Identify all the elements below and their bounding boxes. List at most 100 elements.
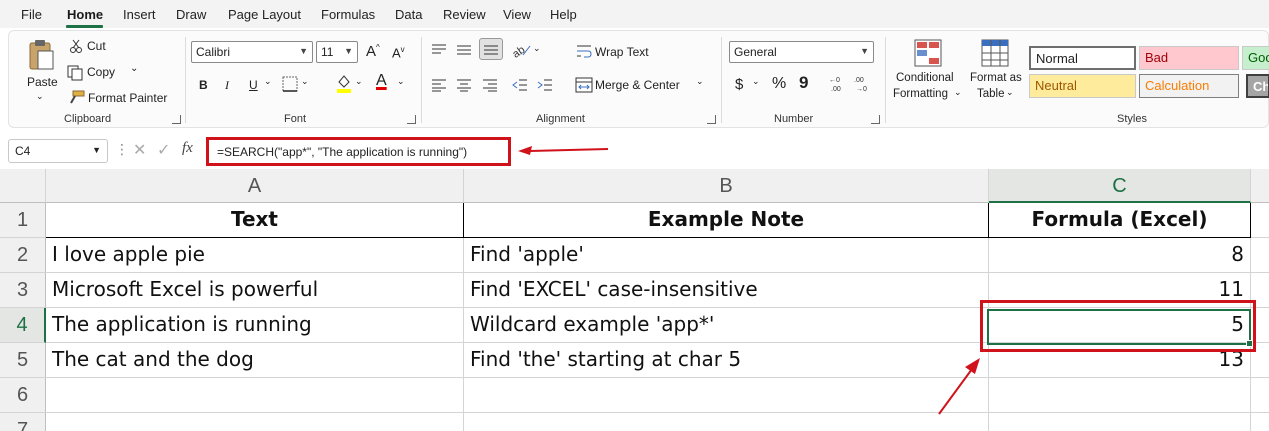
cell-b6[interactable] xyxy=(464,378,989,413)
chevron-down-icon[interactable]: ⌄ xyxy=(954,87,962,98)
italic-button[interactable]: I xyxy=(225,78,229,93)
align-bottom-button[interactable] xyxy=(479,38,503,60)
cell-b5[interactable]: Find 'the' starting at char 5 xyxy=(464,343,989,378)
tab-file[interactable]: File xyxy=(21,7,42,22)
formula-input[interactable]: =SEARCH("app*", "The application is runn… xyxy=(206,137,511,166)
insert-function-icon[interactable]: fx xyxy=(182,140,193,157)
cell-c1[interactable]: Formula (Excel) xyxy=(989,203,1251,238)
align-middle-icon[interactable] xyxy=(456,43,472,57)
tab-home[interactable]: Home xyxy=(67,7,103,22)
row-header[interactable]: 2 xyxy=(0,238,46,273)
align-center-icon[interactable] xyxy=(456,78,472,92)
tab-data[interactable]: Data xyxy=(395,7,422,22)
font-launcher-icon[interactable] xyxy=(407,115,416,124)
borders-icon[interactable] xyxy=(281,75,299,93)
copy-button[interactable]: Copy xyxy=(87,65,115,79)
cell-a4[interactable]: The application is running xyxy=(46,308,464,343)
paste-button[interactable]: Paste ⌄ xyxy=(21,37,61,101)
chevron-down-icon[interactable]: ⌄ xyxy=(533,43,541,54)
cell-b4[interactable]: Wildcard example 'app*' xyxy=(464,308,989,343)
column-header-a[interactable]: A xyxy=(46,169,464,203)
tab-help[interactable]: Help xyxy=(550,7,577,22)
conditional-formatting-button[interactable]: Conditional xyxy=(896,72,954,84)
cell-d6[interactable] xyxy=(1251,378,1269,413)
style-check-cell[interactable]: Che xyxy=(1246,74,1269,98)
cell-c6[interactable] xyxy=(989,378,1251,413)
cell-b1[interactable]: Example Note xyxy=(464,203,989,238)
merge-center-button[interactable]: Merge & Center xyxy=(595,78,680,92)
font-name-select[interactable]: Calibri ▼ xyxy=(191,41,313,63)
cell-a7[interactable] xyxy=(46,413,464,431)
enter-check-icon[interactable]: ✓ xyxy=(157,140,170,160)
chevron-down-icon[interactable]: ⌄ xyxy=(752,76,760,87)
format-as-table-button[interactable]: Format as xyxy=(970,72,1022,84)
tab-page-layout[interactable]: Page Layout xyxy=(228,7,301,22)
underline-button[interactable]: U xyxy=(249,78,258,92)
alignment-launcher-icon[interactable] xyxy=(707,115,716,124)
style-neutral[interactable]: Neutral xyxy=(1029,74,1136,98)
column-header-d[interactable] xyxy=(1251,169,1269,203)
row-header[interactable]: 6 xyxy=(0,378,46,413)
style-calculation[interactable]: Calculation xyxy=(1139,74,1239,98)
style-good[interactable]: Goo xyxy=(1242,46,1269,70)
align-top-icon[interactable] xyxy=(431,43,447,57)
decrease-font-size-button[interactable]: Av xyxy=(392,45,405,60)
cell-a3[interactable]: Microsoft Excel is powerful xyxy=(46,273,464,308)
cell-c7[interactable] xyxy=(989,413,1251,431)
row-header[interactable]: 7 xyxy=(0,413,46,431)
style-normal[interactable]: Normal xyxy=(1029,46,1136,70)
format-painter-button[interactable]: Format Painter xyxy=(88,91,167,105)
cell-c2[interactable]: 8 xyxy=(989,238,1251,273)
clipboard-launcher-icon[interactable] xyxy=(172,115,181,124)
style-bad[interactable]: Bad xyxy=(1139,46,1239,70)
cell-a5[interactable]: The cat and the dog xyxy=(46,343,464,378)
increase-font-size-button[interactable]: A^ xyxy=(366,43,380,60)
cell-d1[interactable] xyxy=(1251,203,1269,238)
cell-b7[interactable] xyxy=(464,413,989,431)
name-box[interactable]: C4 ▼ xyxy=(8,139,108,163)
tab-view[interactable]: View xyxy=(503,7,531,22)
row-header[interactable]: 3 xyxy=(0,273,46,308)
chevron-down-icon[interactable]: ⌄ xyxy=(301,76,309,87)
tab-review[interactable]: Review xyxy=(443,7,486,22)
font-size-select[interactable]: 11 ▼ xyxy=(316,41,358,63)
row-header[interactable]: 4 xyxy=(0,308,46,343)
row-header[interactable]: 1 xyxy=(0,203,46,238)
cell-d2[interactable] xyxy=(1251,238,1269,273)
row-header[interactable]: 5 xyxy=(0,343,46,378)
cell-b2[interactable]: Find 'apple' xyxy=(464,238,989,273)
select-all-corner[interactable] xyxy=(0,169,46,203)
align-right-icon[interactable] xyxy=(482,78,498,92)
cell-b3[interactable]: Find 'EXCEL' case-insensitive xyxy=(464,273,989,308)
bold-button[interactable]: B xyxy=(199,78,208,92)
column-header-c[interactable]: C xyxy=(989,169,1251,203)
chevron-down-icon[interactable]: ⌄ xyxy=(696,76,704,87)
cell-d7[interactable] xyxy=(1251,413,1269,431)
wrap-text-button[interactable]: Wrap Text xyxy=(595,45,649,59)
cut-button[interactable]: Cut xyxy=(87,39,106,53)
chevron-down-icon[interactable]: ⌄ xyxy=(355,76,363,87)
align-left-icon[interactable] xyxy=(431,78,447,92)
chevron-down-icon[interactable]: ⌄ xyxy=(1006,87,1014,98)
cell-a2[interactable]: I love apple pie xyxy=(46,238,464,273)
chevron-down-icon[interactable]: ⌄ xyxy=(264,76,272,87)
fill-color-icon[interactable] xyxy=(335,73,353,93)
cell-a6[interactable] xyxy=(46,378,464,413)
tab-insert[interactable]: Insert xyxy=(123,7,156,22)
decrease-indent-icon[interactable] xyxy=(512,78,528,92)
column-header-b[interactable]: B xyxy=(464,169,989,203)
chevron-down-icon[interactable]: ⌄ xyxy=(130,63,138,74)
number-format-select[interactable]: General ▼ xyxy=(729,41,874,63)
decrease-decimal-icon[interactable]: .00→0 xyxy=(854,74,870,92)
increase-indent-icon[interactable] xyxy=(537,78,553,92)
cancel-icon[interactable]: ✕ xyxy=(133,140,146,160)
font-color-button[interactable]: A xyxy=(376,72,387,90)
number-launcher-icon[interactable] xyxy=(871,115,880,124)
increase-decimal-icon[interactable]: ←0.00 xyxy=(829,74,845,92)
comma-style-button[interactable]: 9 xyxy=(799,73,808,93)
currency-button[interactable]: $ xyxy=(735,76,743,93)
percent-button[interactable]: % xyxy=(772,75,786,93)
tab-formulas[interactable]: Formulas xyxy=(321,7,375,22)
chevron-down-icon[interactable]: ⌄ xyxy=(397,76,405,87)
orientation-icon[interactable]: ab xyxy=(511,41,531,59)
